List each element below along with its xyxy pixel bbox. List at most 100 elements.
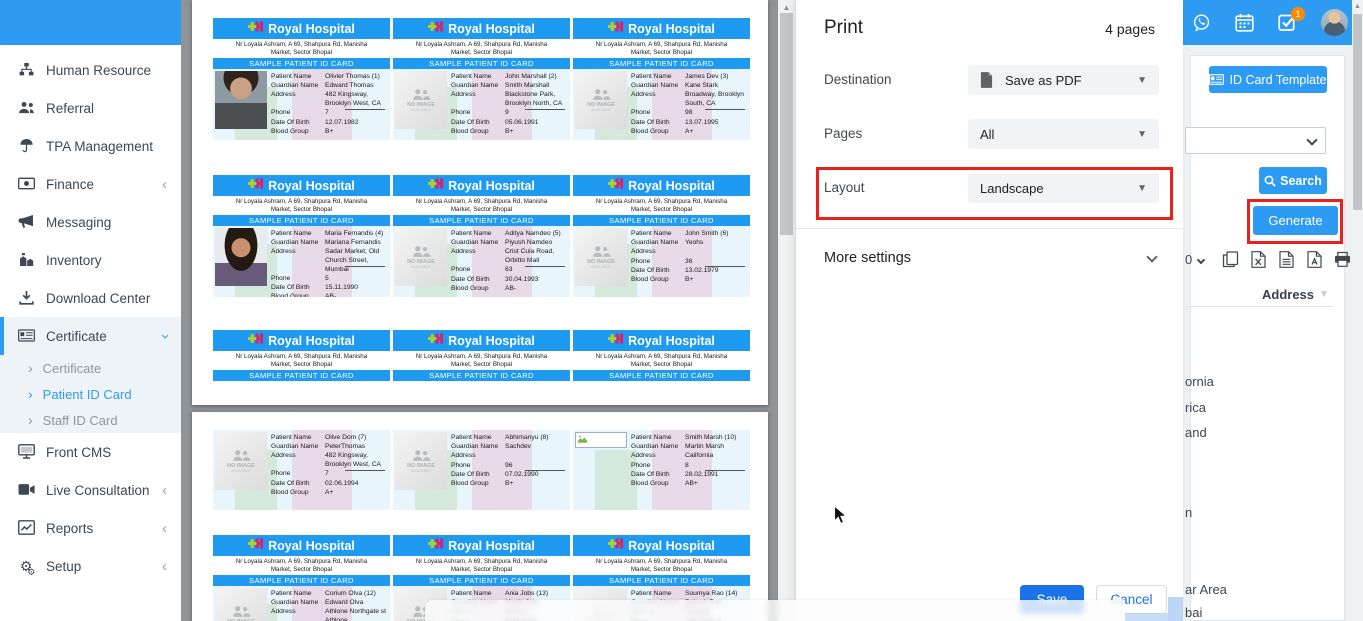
field-value: AB- <box>505 285 568 294</box>
card-fields: Patient NameJohn Smith (6)Guardian NameY… <box>631 228 748 295</box>
no-image-subtext: AVAILABLE <box>591 108 611 112</box>
field-row: Guardian NameMartin Marsh <box>631 443 748 452</box>
sidebar-item-label: Human Resource <box>46 63 151 78</box>
sidebar-subitem-staff-id-card[interactable]: ›Staff ID Card <box>0 407 181 433</box>
sidebar-item-finance[interactable]: Finance‹ <box>0 165 181 203</box>
sidebar-subitem-label: Staff ID Card <box>43 413 118 428</box>
hospital-address: Nr Loyala Ashram, A 69, Shahpura Rd, Man… <box>573 39 750 58</box>
search-icon <box>1264 175 1276 187</box>
field-row: Guardian NameSmith Marshall <box>451 82 568 91</box>
copy-icon[interactable] <box>1222 251 1239 268</box>
field-row: Blood GroupAB- <box>451 285 568 294</box>
field-label: Guardian Name <box>451 82 505 91</box>
sidebar-item-messaging[interactable]: Messaging <box>0 203 181 241</box>
field-label: Patient Name <box>271 73 325 82</box>
template-select[interactable] <box>1185 127 1326 154</box>
field-label: Blood Group <box>271 293 325 297</box>
sidebar-item-front-cms[interactable]: Front CMS <box>0 433 181 471</box>
field-label: Guardian Name <box>271 82 325 91</box>
calendar-icon[interactable] <box>1235 13 1254 32</box>
address-cell-partial: ornia <box>1185 374 1214 389</box>
field-row: Patient NameSoumya Rao (14) <box>631 590 748 599</box>
field-row: Guardian NameMariana Fernandis <box>271 239 388 248</box>
field-row: Guardian NameYeohs <box>631 239 748 248</box>
field-value: John Smith (6) <box>685 230 748 239</box>
sidebar-item-reports[interactable]: Reports‹ <box>0 509 181 547</box>
hospital-address: Nr Loyala Ashram, A 69, Shahpura Rd, Man… <box>213 39 390 58</box>
sidebar-item-setup[interactable]: ⚙⚙Setup‹ <box>0 547 181 585</box>
sample-id-bar: SAMPLE PATIENT ID CARD <box>213 215 390 226</box>
search-button[interactable]: Search <box>1259 167 1327 194</box>
hospital-logo-icon <box>428 537 444 555</box>
card-fields: Patient NameJames Dev (3)Guardian NameKa… <box>631 71 748 138</box>
signature-line <box>525 109 565 110</box>
field-value: 12.07.1982 <box>325 119 388 128</box>
video-icon <box>17 482 35 498</box>
id-card-template-button[interactable]: ID Card Template <box>1209 66 1327 93</box>
csv-icon[interactable] <box>1278 251 1295 268</box>
field-value: John Marshall (2) <box>505 73 568 82</box>
field-label: Address <box>451 248 505 265</box>
page-scrollbar[interactable]: ▲ <box>1352 0 1363 621</box>
field-row: Address <box>451 452 568 461</box>
field-row: Guardian NameEdward Olva <box>271 599 388 608</box>
export-toolbar <box>1222 251 1351 268</box>
card-hospital-header: Royal Hospital <box>573 175 750 196</box>
scrollbar-thumb[interactable] <box>780 13 793 235</box>
field-value: Kane Stark <box>685 82 748 91</box>
sidebar-item-live-consultation[interactable]: Live Consultation‹ <box>0 471 181 509</box>
whatsapp-icon[interactable] <box>1192 13 1211 32</box>
field-row: AddressBlackstone Park, Brooklyn North, … <box>451 91 568 108</box>
page-size-select[interactable]: 0 <box>1185 252 1204 267</box>
sidebar-item-tpa-management[interactable]: TPA Management <box>0 127 181 165</box>
card-body: Patient NameMaria Fernandis (4)Guardian … <box>213 226 390 297</box>
field-value: 15.11.1990 <box>325 284 388 293</box>
print-icon[interactable] <box>1334 251 1351 268</box>
sidebar-item-certificate[interactable]: Certificate‹ <box>0 317 181 355</box>
hospital-name: Royal Hospital <box>268 539 355 553</box>
pages-dropdown[interactable]: All▼ <box>968 119 1159 149</box>
sidebar-item-human-resource[interactable]: Human Resource <box>0 51 181 89</box>
preview-scrollbar[interactable]: ▲ <box>778 0 795 621</box>
sidebar-item-label: Inventory <box>46 253 102 268</box>
field-row: Guardian NameKane Stark <box>631 82 748 91</box>
sidebar-item-label: Setup <box>46 559 81 574</box>
field-label: Date Of Birth <box>451 276 505 285</box>
destination-dropdown[interactable]: Save as PDF▼ <box>968 65 1159 95</box>
scrollbar-thumb[interactable] <box>1353 14 1362 210</box>
field-label: Date Of Birth <box>271 284 325 293</box>
field-label: Guardian Name <box>271 443 325 452</box>
sample-id-bar: SAMPLE PATIENT ID CARD <box>393 58 570 69</box>
hospital-address: Nr Loyala Ashram, A 69, Shahpura Rd, Man… <box>213 351 390 370</box>
scroll-up-icon[interactable]: ▲ <box>1352 0 1363 10</box>
hospital-address: Nr Loyala Ashram, A 69, Shahpura Rd, Man… <box>573 351 750 370</box>
setting-label: Destination <box>824 72 892 87</box>
hospital-name: Royal Hospital <box>628 22 715 36</box>
field-value: 28.02.1991 <box>685 471 748 480</box>
sidebar-subitem-patient-id-card[interactable]: ›Patient ID Card <box>0 381 181 407</box>
more-settings[interactable]: More settings <box>824 250 1156 266</box>
sidebar-item-referral[interactable]: Referral <box>0 89 181 127</box>
blur-overlay-blue2 <box>1125 613 1168 621</box>
field-row: Blood GroupAB+ <box>631 480 748 489</box>
sidebar-subitem-certificate[interactable]: ›Certificate <box>0 355 181 381</box>
tasks-icon[interactable]: 1 <box>1278 13 1297 32</box>
avatar[interactable] <box>1321 9 1348 36</box>
print-dialog-title: Print <box>824 17 863 39</box>
chevron-down-icon <box>1306 134 1317 145</box>
field-label: Patient Name <box>451 230 505 239</box>
no-image-subtext: AVAILABLE <box>591 265 611 269</box>
pdf-icon[interactable] <box>1306 251 1323 268</box>
no-image-placeholder: NO IMAGEAVAILABLE <box>395 432 447 490</box>
sort-caret-icon: ▼ <box>1319 289 1329 300</box>
patient-id-card: Royal HospitalNr Loyala Ashram, A 69, Sh… <box>213 18 390 140</box>
scroll-up-icon[interactable]: ▲ <box>778 0 795 12</box>
address-column-header[interactable]: Address ▼ <box>1262 287 1329 302</box>
sidebar-item-label: Finance <box>46 177 94 192</box>
field-value: Blackstone Park, Brooklyn North, CA <box>505 91 568 108</box>
excel-icon[interactable] <box>1250 251 1267 268</box>
sidebar-item-download-center[interactable]: Download Center <box>0 279 181 317</box>
umbrella-icon <box>17 138 35 154</box>
hospital-address: Nr Loyala Ashram, A 69, Shahpura Rd, Man… <box>573 556 750 575</box>
sidebar-item-inventory[interactable]: Inventory <box>0 241 181 279</box>
